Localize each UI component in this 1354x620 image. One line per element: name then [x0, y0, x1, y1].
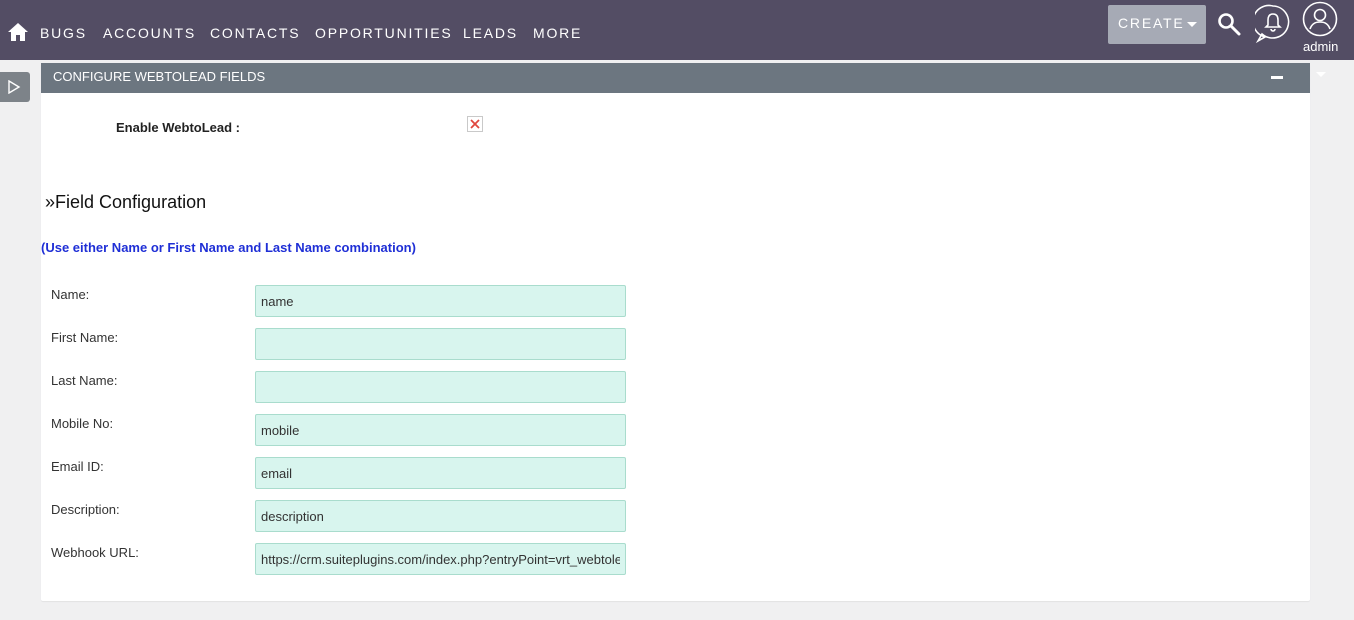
collapse-minus-icon[interactable] — [1271, 76, 1283, 79]
email-input[interactable] — [255, 457, 626, 489]
field-label-email: Email ID: — [51, 459, 104, 474]
enable-webtolead-label: Enable WebtoLead : — [116, 120, 240, 135]
search-icon[interactable] — [1217, 12, 1241, 36]
webtolead-config-panel: CONFIGURE WEBTOLEAD FIELDS Enable WebtoL… — [41, 63, 1310, 601]
field-row-last-name: Last Name: — [41, 371, 641, 405]
field-label-name: Name: — [51, 287, 90, 302]
close-x-icon — [470, 119, 480, 129]
bell-icon[interactable] — [1255, 4, 1291, 44]
name-combination-hint: (Use either Name or First Name and Last … — [41, 240, 416, 255]
last-name-input[interactable] — [255, 371, 626, 403]
chevron-down-icon — [1187, 22, 1197, 27]
field-row-email: Email ID: — [41, 457, 641, 491]
field-label-description: Description: — [51, 502, 120, 517]
nav-item-bugs[interactable]: BUGS — [40, 25, 87, 41]
panel-header[interactable]: CONFIGURE WEBTOLEAD FIELDS — [41, 63, 1310, 93]
nav-item-opportunities[interactable]: OPPORTUNITIES — [315, 25, 453, 41]
name-input[interactable] — [255, 285, 626, 317]
field-row-mobile: Mobile No: — [41, 414, 641, 448]
section-heading: »Field Configuration — [45, 192, 207, 212]
create-button-label: CREATE — [1118, 15, 1185, 31]
sidebar-toggle-button[interactable] — [0, 72, 30, 102]
description-input[interactable] — [255, 500, 626, 532]
user-icon[interactable] — [1302, 1, 1338, 37]
field-label-mobile: Mobile No: — [51, 416, 114, 431]
mobile-input[interactable] — [255, 414, 626, 446]
caret-down-icon[interactable] — [1316, 72, 1326, 77]
field-row-name: Name: — [41, 285, 641, 319]
nav-item-contacts[interactable]: CONTACTS — [210, 25, 300, 41]
field-label-last-name: Last Name: — [51, 373, 118, 388]
field-row-webhook-url: Webhook URL: — [41, 543, 641, 577]
field-label-webhook-url: Webhook URL: — [51, 545, 139, 560]
play-arrow-icon — [8, 80, 21, 94]
field-row-first-name: First Name: — [41, 328, 641, 362]
first-name-input[interactable] — [255, 328, 626, 360]
nav-item-more[interactable]: MORE — [533, 25, 582, 41]
user-name-label[interactable]: admin — [1303, 39, 1338, 54]
field-row-description: Description: — [41, 500, 641, 534]
home-icon[interactable] — [7, 22, 29, 42]
enable-webtolead-checkbox[interactable] — [467, 116, 483, 132]
webhook-url-input[interactable] — [255, 543, 626, 575]
top-navigation-bar: BUGS ACCOUNTS CONTACTS OPPORTUNITIES LEA… — [0, 0, 1354, 60]
field-label-first-name: First Name: — [51, 330, 119, 345]
nav-item-leads[interactable]: LEADS — [463, 25, 518, 41]
nav-item-accounts[interactable]: ACCOUNTS — [103, 25, 196, 41]
panel-title: CONFIGURE WEBTOLEAD FIELDS — [53, 69, 266, 84]
create-button[interactable]: CREATE — [1108, 5, 1206, 44]
